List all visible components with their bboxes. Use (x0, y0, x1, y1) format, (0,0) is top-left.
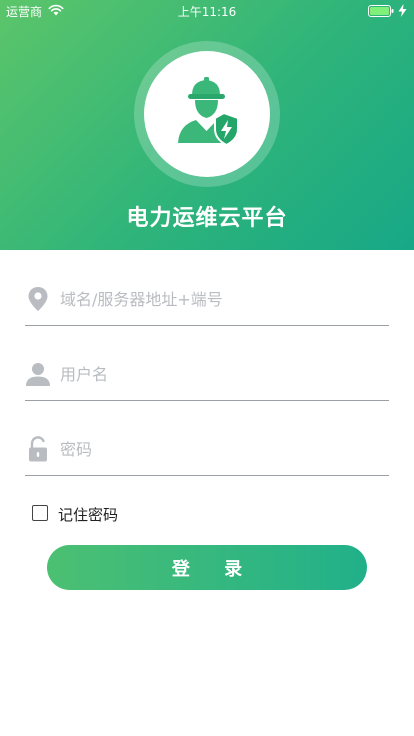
user-icon (26, 363, 50, 386)
power-worker-icon (178, 77, 239, 147)
remember-password-label: 记住密码 (58, 506, 119, 524)
app-title: 电力运维云平台 (126, 206, 288, 231)
username-input[interactable] (60, 359, 380, 389)
battery-icon (368, 5, 394, 17)
logo-circle (144, 51, 270, 177)
login-button[interactable]: 登 录 (47, 545, 367, 590)
server-address-field (25, 276, 389, 326)
server-address-input[interactable] (60, 284, 380, 314)
password-field (25, 426, 389, 476)
lock-icon (29, 436, 47, 462)
status-time: 上午11:16 (177, 5, 237, 19)
location-pin-icon (28, 287, 48, 311)
logo (134, 41, 280, 187)
password-input[interactable] (60, 434, 380, 464)
status-bar: 运营商 上午11:16 (0, 0, 414, 22)
header: 运营商 上午11:16 电力运维云平台 (0, 0, 414, 250)
remember-password-checkbox[interactable] (32, 505, 48, 521)
username-field (25, 351, 389, 401)
charging-bolt-icon (398, 4, 407, 17)
login-screen: 运营商 上午11:16 电力运维云平台 域名/服务器地址+端号 用户名 记住密码… (0, 0, 414, 736)
